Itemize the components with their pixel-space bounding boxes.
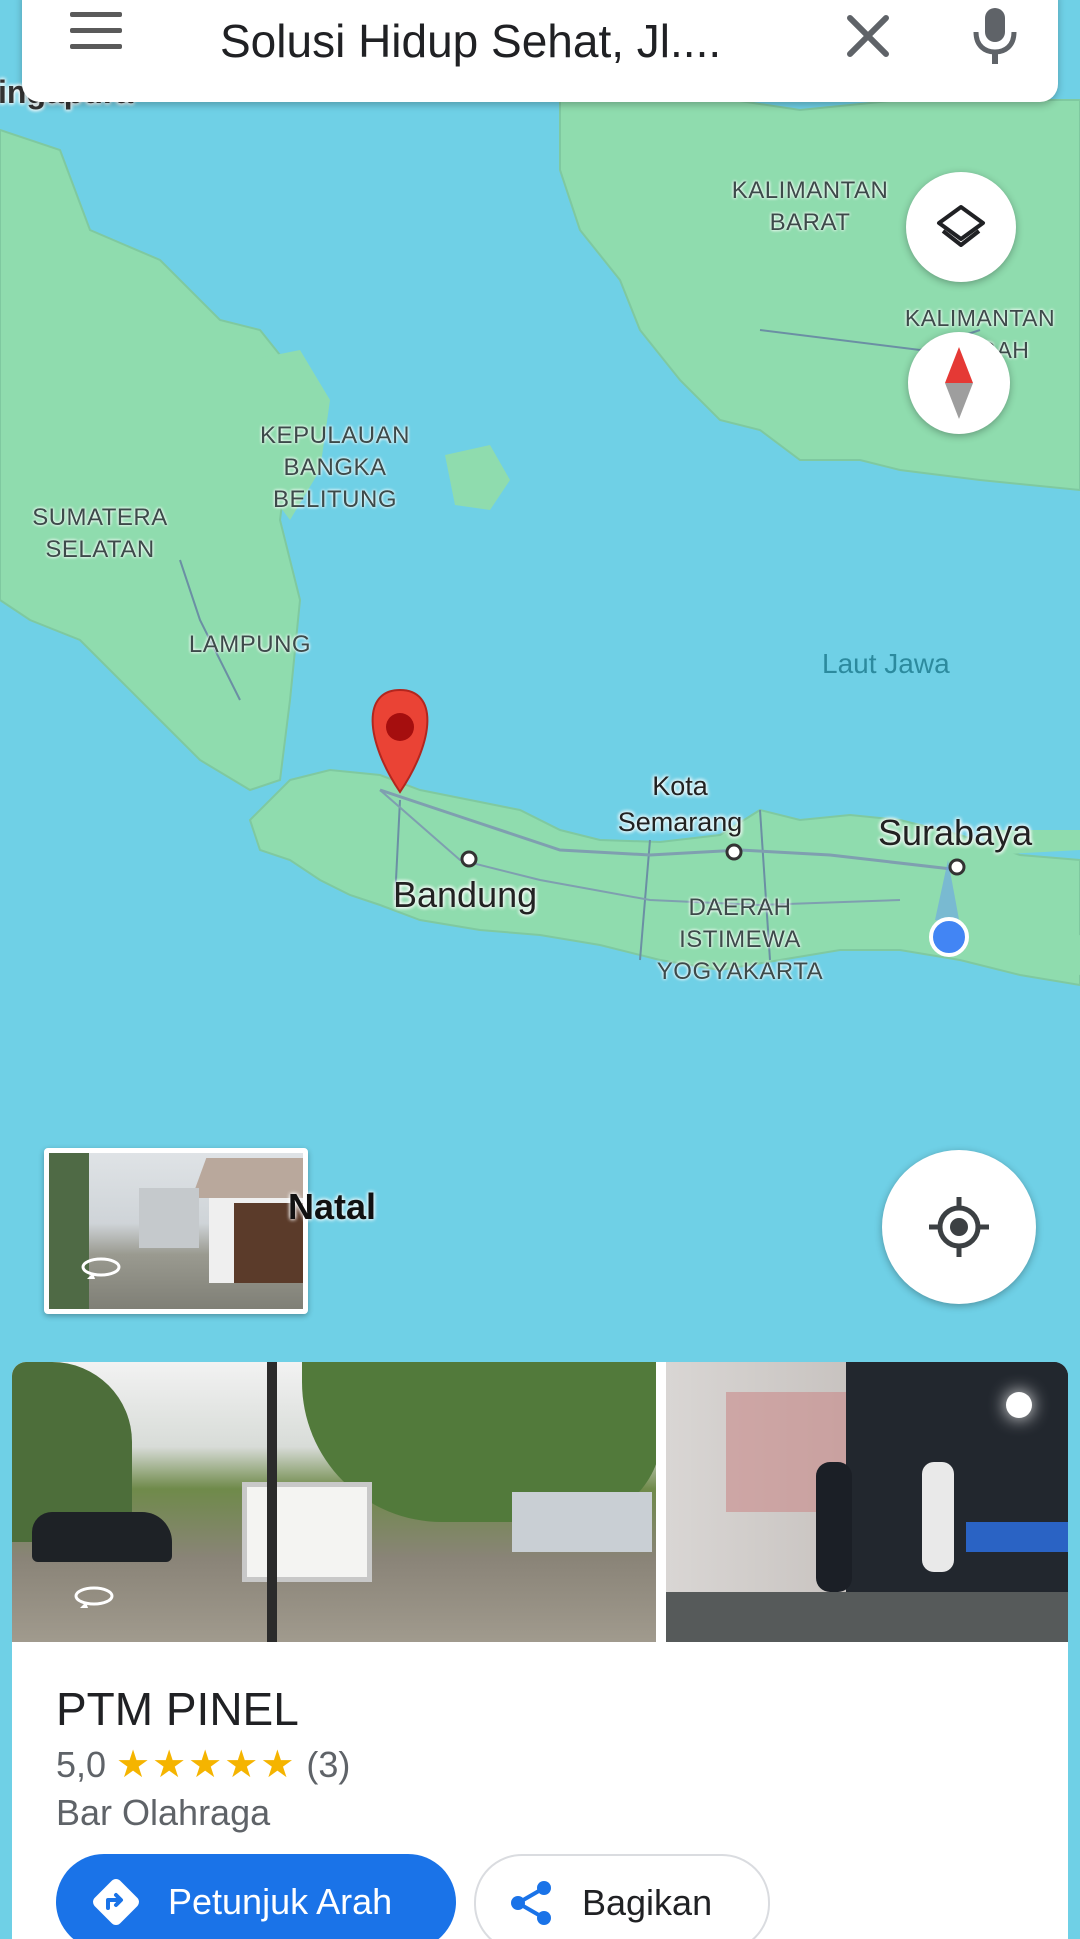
place-sheet[interactable]: PTM PINEL 5,0 ★★★★★ (3) Bar Olahraga Pet… <box>12 1642 1068 1939</box>
layers-icon <box>937 205 985 247</box>
place-title: PTM PINEL <box>56 1683 299 1735</box>
directions-icon <box>93 1879 139 1925</box>
bandung-dot <box>460 850 478 868</box>
surabaya-dot <box>948 858 966 876</box>
region-label-lampung: LAMPUNG <box>188 631 312 658</box>
semarang-dot <box>725 843 743 861</box>
compass-button[interactable] <box>908 332 1010 434</box>
search-bar[interactable]: Solusi Hidup Sehat, Jl.... <box>22 0 1058 102</box>
compass-icon <box>945 347 973 419</box>
land-bali <box>1060 935 1080 975</box>
share-label: Bagikan <box>582 1882 713 1923</box>
360-rotate-icon <box>74 1586 114 1608</box>
city-label-semarang: Kota Semarang <box>617 771 743 837</box>
maps-screen: KALIMANTAN BARAT KALIMANTAN TENGAH KEPUL… <box>0 0 1080 1939</box>
street-view-place-label: Natal <box>288 1186 377 1227</box>
share-button[interactable]: Bagikan <box>474 1854 770 1939</box>
city-label-bandung: Bandung <box>393 874 538 915</box>
my-location-dot <box>929 917 969 957</box>
directions-button[interactable]: Petunjuk Arah <box>56 1854 456 1939</box>
region-label-kalbar: KALIMANTAN BARAT <box>731 177 889 236</box>
my-location-button[interactable] <box>882 1150 1036 1304</box>
rating-value: 5,0 <box>56 1743 107 1785</box>
region-label-diy: DAERAH ISTIMEWA YOGYAKARTA <box>656 894 824 985</box>
search-query[interactable]: Solusi Hidup Sehat, Jl.... <box>220 14 721 68</box>
place-photo-table-tennis[interactable] <box>666 1362 1068 1644</box>
place-category: Bar Olahraga <box>56 1792 271 1833</box>
place-photo-street[interactable] <box>12 1362 656 1644</box>
share-icon <box>511 1881 551 1925</box>
menu-icon[interactable] <box>70 12 122 54</box>
close-icon[interactable] <box>842 10 894 62</box>
place-photos[interactable] <box>12 1362 1068 1644</box>
layers-button[interactable] <box>906 172 1016 282</box>
review-count[interactable]: (3) <box>306 1744 350 1786</box>
crosshair-icon <box>929 1197 989 1257</box>
city-label-surabaya: Surabaya <box>878 812 1033 853</box>
directions-label: Petunjuk Arah <box>168 1881 393 1922</box>
360-rotate-icon <box>81 1257 121 1279</box>
sea-label: Laut Jawa <box>822 648 950 679</box>
mic-icon[interactable] <box>970 6 1020 66</box>
rating-stars: ★★★★★ <box>116 1744 297 1786</box>
region-label-babel: KEPULAUAN BANGKA BELITUNG <box>260 422 410 513</box>
region-label-sumsel: SUMATERA SELATAN <box>32 504 168 563</box>
street-view-thumbnail[interactable] <box>44 1148 308 1314</box>
rating-row: 5,0 ★★★★★ (3) <box>56 1742 350 1787</box>
